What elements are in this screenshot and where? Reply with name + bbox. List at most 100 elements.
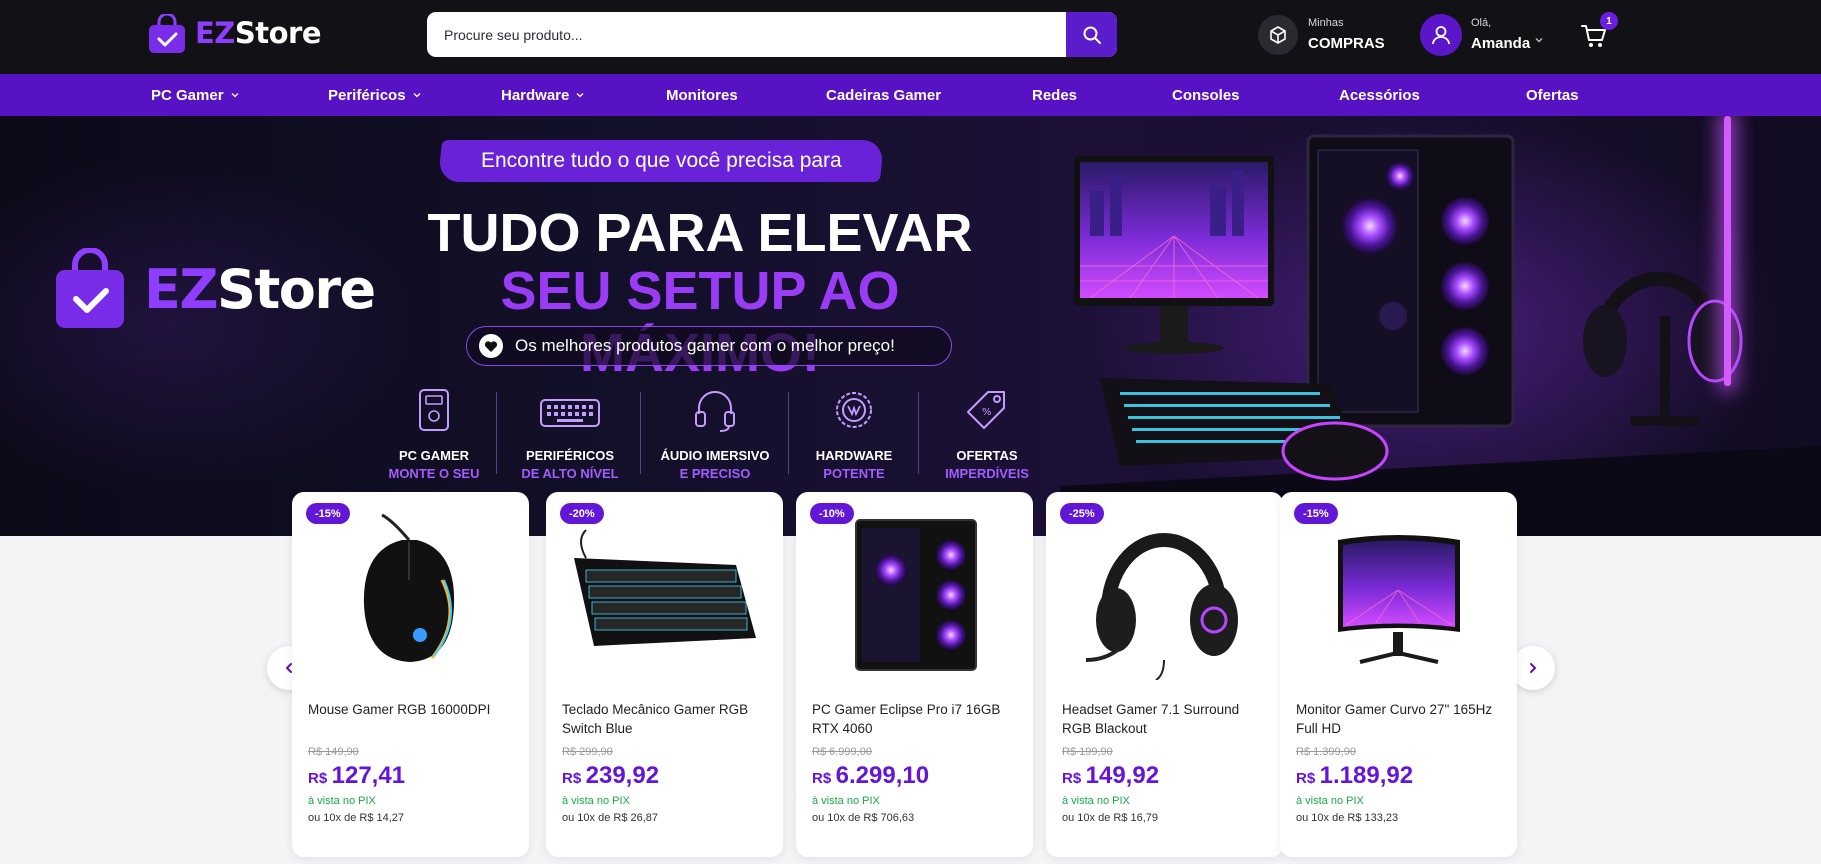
feature-divider	[640, 392, 641, 474]
currency-symbol: R$	[562, 770, 582, 787]
feature-subtitle: MONTE O SEU	[388, 466, 480, 481]
product-image-headset	[1085, 533, 1238, 680]
product-name[interactable]: Monitor Gamer Curvo 27" 165Hz Full HD	[1296, 700, 1506, 738]
nav-label: PC Gamer	[151, 86, 224, 104]
shopping-bag-logo-icon	[149, 14, 185, 53]
product-price: R$ 1.189,92	[1296, 762, 1413, 790]
currency-symbol: R$	[1062, 770, 1082, 787]
product-card[interactable]: -15% Monitor Gamer Curvo 27" 165Hz Full …	[1280, 492, 1517, 857]
feature-title: OFERTAS	[956, 448, 1018, 463]
nav-hardware[interactable]: Hardware	[501, 74, 585, 116]
installments-text: ou 10x de R$ 26,87	[562, 812, 659, 824]
product-name[interactable]: Mouse Gamer RGB 16000DPI	[308, 700, 518, 719]
nav-label: Consoles	[1172, 86, 1240, 104]
nav-label: Ofertas	[1526, 86, 1579, 104]
product-image-mouse	[363, 513, 455, 662]
currency-symbol: R$	[308, 770, 328, 787]
product-old-price: R$ 149,90	[308, 746, 359, 758]
price-value: 239,92	[585, 762, 660, 789]
chip-badge-icon	[836, 392, 872, 428]
orders-label-small: Minhas	[1308, 17, 1344, 29]
search-button[interactable]	[1066, 12, 1117, 57]
feature-subtitle: POTENTE	[823, 466, 885, 481]
price-tag-icon: %	[967, 391, 1005, 429]
product-name[interactable]: Teclado Mecânico Gamer RGB Switch Blue	[562, 700, 772, 738]
nav-label: Redes	[1032, 86, 1078, 104]
chevron-down-icon	[576, 93, 584, 98]
product-old-price: R$ 299,90	[562, 746, 613, 758]
product-old-price: R$ 199,90	[1062, 746, 1113, 758]
pix-label: à vista no PIX	[1062, 795, 1130, 807]
hero-pill: Os melhores produtos gamer com o melhor …	[466, 326, 952, 366]
account-menu[interactable]: Olá, Amanda	[1420, 13, 1550, 57]
my-orders-link[interactable]: Minhas COMPRAS	[1258, 13, 1398, 57]
feature-subtitle: IMPERDÍVEIS	[945, 466, 1029, 481]
pix-label: à vista no PIX	[1296, 795, 1364, 807]
store-logo[interactable]: EZStore	[148, 12, 322, 56]
product-card[interactable]: -25% Headset Gamer 7.1 Surround RGB Blac…	[1046, 492, 1283, 857]
nav-ofertas[interactable]: Ofertas	[1526, 74, 1579, 116]
product-image-keyboard	[574, 529, 756, 646]
cart-button[interactable]: 1	[1578, 12, 1618, 54]
product-price: R$ 239,92	[562, 762, 659, 790]
keyboard-icon	[540, 399, 600, 427]
carousel-next-button[interactable]	[1511, 646, 1555, 690]
nav-cadeiras-gamer[interactable]: Cadeiras Gamer	[826, 74, 941, 116]
box-icon	[1270, 26, 1286, 44]
feature-title: HARDWARE	[815, 448, 893, 463]
nav-perifericos[interactable]: Periféricos	[328, 74, 422, 116]
chevron-right-icon	[1530, 663, 1536, 673]
cart-count-badge: 1	[1600, 12, 1618, 30]
product-image-pc	[855, 519, 977, 671]
currency-symbol: R$	[812, 770, 832, 787]
feature-divider	[788, 392, 789, 474]
user-icon	[1432, 26, 1450, 45]
svg-text:%: %	[982, 407, 992, 418]
heart-icon	[484, 340, 498, 352]
installments-text: ou 10x de R$ 16,79	[1062, 812, 1159, 824]
feature-title: PC GAMER	[398, 448, 470, 463]
product-card[interactable]: -20% Teclado Mecânico Gamer RGB Switch B…	[546, 492, 783, 857]
feature-divider	[918, 392, 919, 474]
product-card[interactable]: -10% PC Gamer Eclipse Pro i7 16GB RTX 40…	[796, 492, 1033, 857]
hero-logo: EZStore	[54, 248, 376, 338]
product-old-price: R$ 6.999,00	[812, 746, 872, 758]
price-value: 149,92	[1085, 762, 1160, 789]
pix-label: à vista no PIX	[308, 795, 376, 807]
nav-label: Hardware	[501, 86, 570, 104]
installments-text: ou 10x de R$ 706,63	[812, 812, 915, 824]
product-name[interactable]: Headset Gamer 7.1 Surround RGB Blackout	[1062, 700, 1272, 738]
nav-redes[interactable]: Redes	[1032, 74, 1077, 116]
nav-monitores[interactable]: Monitores	[666, 74, 738, 116]
product-card[interactable]: -15% Mouse Gamer RGB 16000DPI R$ 149,90 …	[292, 492, 529, 857]
nav-pc-gamer[interactable]: PC Gamer	[151, 74, 240, 116]
nav-acessorios[interactable]: Acessórios	[1339, 74, 1420, 116]
nav-label: Periféricos	[328, 86, 406, 104]
hero-tagline-text: Encontre tudo o que você precisa para	[480, 149, 842, 172]
product-price: R$ 127,41	[308, 762, 405, 790]
feature-title: ÁUDIO IMERSIVO	[660, 448, 770, 463]
product-name[interactable]: PC Gamer Eclipse Pro i7 16GB RTX 4060	[812, 700, 1022, 738]
installments-text: ou 10x de R$ 14,27	[308, 812, 405, 824]
product-price: R$ 149,92	[1062, 762, 1159, 790]
pix-label: à vista no PIX	[812, 795, 880, 807]
search-icon	[1083, 26, 1101, 44]
feature-title: PERIFÉRICOS	[525, 448, 615, 463]
hero-pill-text: Os melhores produtos gamer com o melhor …	[515, 336, 895, 355]
product-old-price: R$ 1.399,90	[1296, 746, 1356, 758]
chevron-down-icon	[1535, 38, 1543, 43]
price-value: 127,41	[331, 762, 406, 789]
headset-icon	[695, 391, 735, 432]
shopping-bag-logo-icon	[56, 248, 124, 328]
price-value: 1.189,92	[1319, 762, 1414, 789]
hero-headline: TUDO PARA ELEVAR	[427, 203, 973, 263]
account-greeting: Olá,	[1471, 17, 1492, 29]
gaming-setup-image	[1060, 134, 1821, 536]
hero-logo-text: EZStore	[144, 258, 376, 321]
search-input[interactable]	[427, 12, 1067, 57]
chevron-down-icon	[231, 93, 239, 98]
nav-consoles[interactable]: Consoles	[1172, 74, 1240, 116]
chevron-down-icon	[413, 93, 421, 98]
hero-tagline: Encontre tudo o que você precisa para	[437, 140, 885, 182]
hero-banner[interactable]: EZStore Encontre tudo o que você precisa…	[0, 116, 1821, 536]
